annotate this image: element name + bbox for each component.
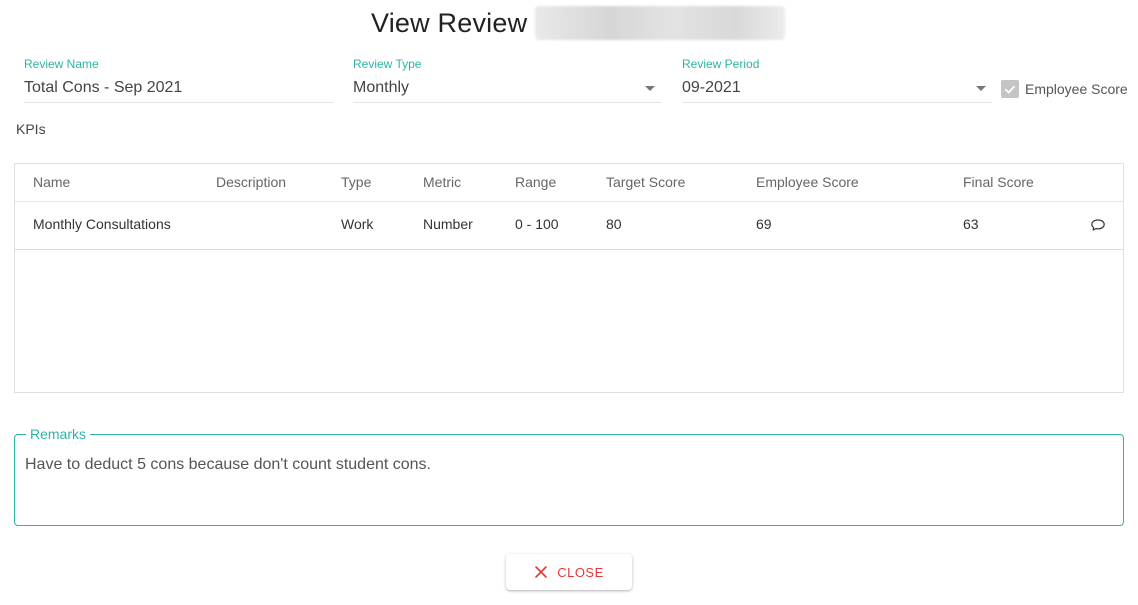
review-period-label: Review Period	[682, 57, 760, 71]
review-name-field[interactable]: Review Name Total Cons - Sep 2021	[24, 56, 334, 103]
remarks-field[interactable]: Remarks Have to deduct 5 cons because do…	[14, 426, 1124, 526]
table-row[interactable]: Monthly Consultations Work Number 0 - 10…	[15, 201, 1123, 250]
column-header-name[interactable]: Name	[33, 174, 70, 190]
review-type-label: Review Type	[353, 57, 422, 71]
kpi-target-score-cell: 80	[606, 216, 622, 232]
column-header-metric[interactable]: Metric	[423, 174, 461, 190]
remarks-label: Remarks	[26, 426, 91, 442]
column-header-description[interactable]: Description	[216, 174, 286, 190]
column-header-employee-score[interactable]: Employee Score	[756, 174, 859, 190]
kpi-range-cell: 0 - 100	[515, 216, 559, 232]
column-header-type[interactable]: Type	[341, 174, 371, 190]
dropdown-arrow-icon[interactable]	[645, 86, 655, 91]
review-period-value: 09-2021	[682, 79, 741, 96]
employee-score-label: Employee Score	[1025, 81, 1128, 97]
redacted-employee-name	[535, 6, 786, 40]
kpi-table: Name Description Type Metric Range Targe…	[14, 163, 1124, 393]
employee-score-checkbox[interactable]: Employee Score	[1001, 80, 1128, 98]
column-header-final-score[interactable]: Final Score	[963, 174, 1034, 190]
checkbox-checked-icon[interactable]	[1001, 80, 1019, 98]
dialog-title: View Review	[371, 7, 528, 38]
column-header-target-score[interactable]: Target Score	[606, 174, 685, 190]
review-name-value: Total Cons - Sep 2021	[24, 79, 183, 96]
review-type-value: Monthly	[353, 79, 410, 96]
review-period-select[interactable]: Review Period 09-2021	[682, 56, 992, 103]
kpi-metric-cell: Number	[423, 216, 473, 232]
kpis-section-label: KPIs	[16, 121, 46, 137]
kpi-name-cell: Monthly Consultations	[33, 216, 171, 232]
kpi-final-score-cell: 63	[963, 216, 979, 232]
review-type-select[interactable]: Review Type Monthly	[353, 56, 661, 103]
dropdown-arrow-icon[interactable]	[976, 86, 986, 91]
dialog-title-row: View Review	[371, 6, 786, 40]
kpi-table-header: Name Description Type Metric Range Targe…	[15, 164, 1123, 202]
column-header-range[interactable]: Range	[515, 174, 556, 190]
kpi-type-cell: Work	[341, 216, 374, 232]
comment-icon[interactable]	[1090, 217, 1106, 233]
kpi-employee-score-cell: 69	[756, 216, 772, 232]
close-button-label: CLOSE	[557, 564, 604, 580]
remarks-text[interactable]: Have to deduct 5 cons because don't coun…	[25, 456, 431, 474]
close-button[interactable]: CLOSE	[506, 554, 632, 590]
close-icon	[534, 565, 548, 579]
review-name-label: Review Name	[24, 57, 99, 71]
